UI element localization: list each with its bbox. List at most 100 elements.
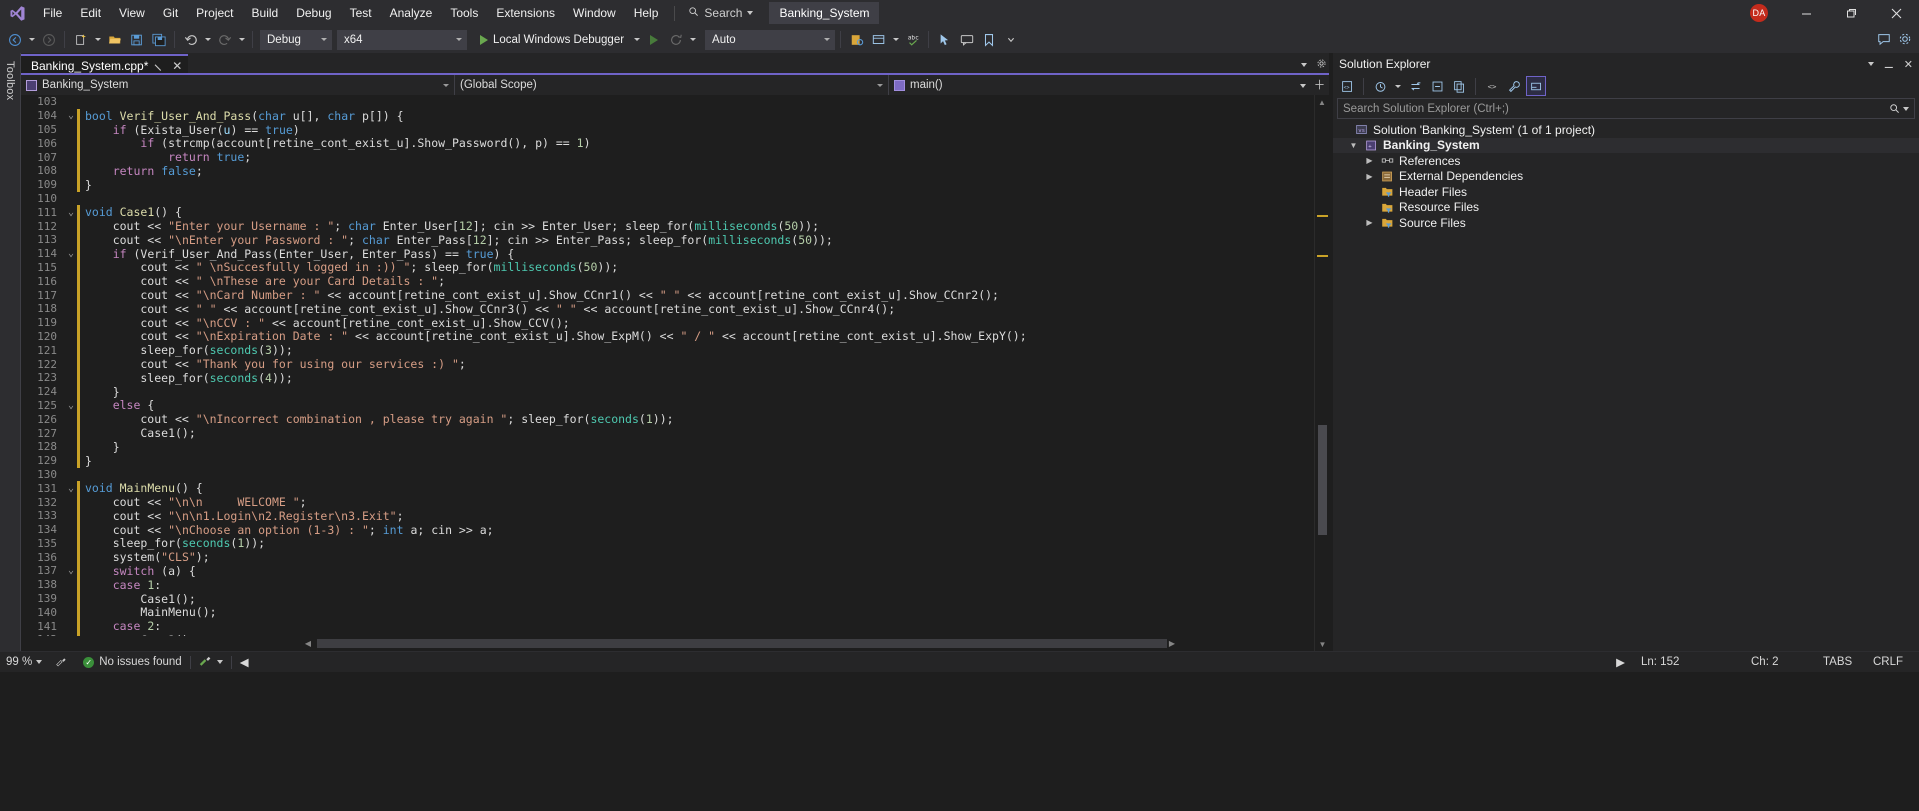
collapse-all-icon[interactable] <box>1427 76 1447 96</box>
indent-mode-indicator[interactable]: TABS <box>1815 652 1865 673</box>
menu-tools[interactable]: Tools <box>441 0 487 26</box>
open-file-icon[interactable] <box>104 29 125 51</box>
code-line[interactable]: 140 MainMenu(); <box>21 605 1329 619</box>
step-into-file-icon[interactable] <box>846 29 867 51</box>
search-icon[interactable] <box>1889 103 1909 114</box>
solution-explorer-item-banking-system[interactable]: ▼ + Banking_System <box>1333 137 1919 153</box>
refresh-icon[interactable] <box>1449 76 1469 96</box>
menu-git[interactable]: Git <box>154 0 187 26</box>
window-layout-dropdown[interactable] <box>890 29 901 51</box>
process-combo[interactable]: Auto <box>705 29 836 50</box>
show-all-files-icon[interactable]: <> <box>1482 76 1502 96</box>
code-line[interactable]: 131 ⌄ void MainMenu() { <box>21 481 1329 495</box>
chevron-down-icon[interactable] <box>1392 75 1403 97</box>
attach-process-icon[interactable] <box>643 29 664 51</box>
solution-name-chip[interactable]: Banking_System <box>769 2 880 24</box>
undo-icon[interactable] <box>180 29 201 51</box>
navigate-back-dropdown[interactable] <box>26 29 37 51</box>
menu-file[interactable]: File <box>34 0 71 26</box>
code-line[interactable]: 120 cout << "\nExpiration Date : " << ac… <box>21 329 1329 343</box>
chevron-down-icon[interactable] <box>1301 63 1307 67</box>
code-line[interactable]: 141 case 2: <box>21 619 1329 633</box>
twisty-collapsed-icon[interactable]: ▶ <box>1363 218 1376 227</box>
close-icon[interactable] <box>1874 0 1919 26</box>
undo-dropdown[interactable] <box>202 29 213 51</box>
close-icon[interactable]: ✕ <box>1904 58 1913 71</box>
scroll-right-status-icon[interactable]: ▶ <box>1608 652 1633 673</box>
solution-explorer-tree[interactable]: vs Solution 'Banking_System' (1 of 1 proj… <box>1333 122 1919 231</box>
zoom-control[interactable]: 99 % <box>0 656 48 668</box>
scroll-up-icon[interactable]: ▲ <box>1315 95 1329 109</box>
restore-icon[interactable] <box>1829 0 1874 26</box>
twisty-expanded-icon[interactable]: ▼ <box>1347 141 1360 150</box>
pointer-select-icon[interactable] <box>934 29 955 51</box>
avatar[interactable]: DA <box>1750 4 1768 22</box>
line-endings-indicator[interactable]: CRLF <box>1865 652 1919 673</box>
split-editor-button[interactable] <box>1300 77 1325 95</box>
preview-selected-items-icon[interactable] <box>1526 76 1546 96</box>
navbar-project-dropdown[interactable]: Banking_System <box>21 75 455 95</box>
code-line[interactable]: 110 <box>21 192 1329 206</box>
pending-changes-icon[interactable] <box>1370 76 1390 96</box>
navigate-forward-icon[interactable] <box>38 29 59 51</box>
feedback-icon[interactable] <box>1873 28 1894 50</box>
close-icon[interactable]: ✕ <box>172 60 182 72</box>
code-line[interactable]: 136 system("CLS"); <box>21 550 1329 564</box>
global-search-box[interactable]: Search <box>682 3 759 23</box>
hot-reload-dropdown[interactable] <box>687 29 698 51</box>
code-line[interactable]: 105 if (Exista_User(u) == true) <box>21 123 1329 137</box>
code-line[interactable]: 103 <box>21 95 1329 109</box>
code-line[interactable]: 115 cout << " \nSuccesfully logged in :)… <box>21 260 1329 274</box>
hot-reload-icon[interactable] <box>665 29 686 51</box>
formatting-icon[interactable] <box>48 652 75 673</box>
settings-icon[interactable] <box>1894 28 1915 50</box>
spell-check-icon[interactable]: abc <box>902 29 923 51</box>
fold-collapse-icon[interactable]: ⌄ <box>65 565 77 576</box>
source-control-status[interactable] <box>191 652 231 673</box>
bookmark-icon[interactable] <box>978 29 999 51</box>
code-line[interactable]: 130 <box>21 468 1329 482</box>
code-line[interactable]: 122 cout << "Thank you for using our ser… <box>21 357 1329 371</box>
start-debugging-button[interactable]: Local Windows Debugger <box>474 29 630 51</box>
code-line[interactable]: 109} <box>21 178 1329 192</box>
save-icon[interactable] <box>126 29 147 51</box>
gear-icon[interactable] <box>1316 58 1327 72</box>
scroll-left-status-icon[interactable]: ◀ <box>232 652 257 673</box>
code-line[interactable]: 126 cout << "\nIncorrect combination , p… <box>21 412 1329 426</box>
code-line[interactable]: 116 cout << " \nThese are your Card Deta… <box>21 274 1329 288</box>
code-line[interactable]: 138 case 1: <box>21 578 1329 592</box>
solution-platform-combo[interactable]: x64 <box>337 29 467 50</box>
code-line[interactable]: 127 Case1(); <box>21 426 1329 440</box>
code-line[interactable]: 132 cout << "\n\n WELCOME "; <box>21 495 1329 509</box>
menu-analyze[interactable]: Analyze <box>381 0 442 26</box>
fold-collapse-icon[interactable]: ⌄ <box>65 483 77 494</box>
code-line[interactable]: 113 cout << "\nEnter your Password : "; … <box>21 233 1329 247</box>
code-line[interactable]: 128 } <box>21 440 1329 454</box>
code-editor[interactable]: 103 104 ⌄ bool Verif_User_And_Pass(char u[]… <box>21 95 1329 651</box>
scroll-right-icon[interactable]: ▶ <box>1165 636 1179 651</box>
chevron-down-icon[interactable] <box>1867 62 1874 66</box>
solution-explorer-item-resource-files[interactable]: Resource Files <box>1333 200 1919 216</box>
start-debugging-dropdown[interactable] <box>631 29 642 51</box>
sync-with-active-document-icon[interactable] <box>1405 76 1425 96</box>
overflow-icon[interactable] <box>1000 29 1021 51</box>
save-all-icon[interactable] <box>148 29 169 51</box>
code-line[interactable]: 139 Case1(); <box>21 592 1329 606</box>
new-project-dropdown[interactable] <box>92 29 103 51</box>
code-line[interactable]: 135 sleep_for(seconds(1)); <box>21 536 1329 550</box>
code-line[interactable]: 106 if (strcmp(account[retine_cont_exist… <box>21 136 1329 150</box>
redo-dropdown[interactable] <box>236 29 247 51</box>
menu-build[interactable]: Build <box>243 0 288 26</box>
pin-icon[interactable]: ⚊ <box>152 57 168 73</box>
code-line[interactable]: 123 sleep_for(seconds(4)); <box>21 371 1329 385</box>
solution-explorer-item-source-files[interactable]: ▶ Source Files <box>1333 215 1919 231</box>
editor-vertical-scrollbar[interactable]: ▲ ▼ <box>1314 95 1329 651</box>
code-line[interactable]: 129} <box>21 454 1329 468</box>
solution-explorer-search[interactable]: Search Solution Explorer (Ctrl+;) <box>1337 98 1915 119</box>
redo-icon[interactable] <box>214 29 235 51</box>
chevron-down-icon[interactable] <box>747 11 754 15</box>
menu-view[interactable]: View <box>110 0 154 26</box>
menu-extensions[interactable]: Extensions <box>487 0 564 26</box>
horizontal-scrollbar-thumb[interactable] <box>317 639 1167 648</box>
solution-explorer-item-references[interactable]: ▶ References <box>1333 153 1919 169</box>
